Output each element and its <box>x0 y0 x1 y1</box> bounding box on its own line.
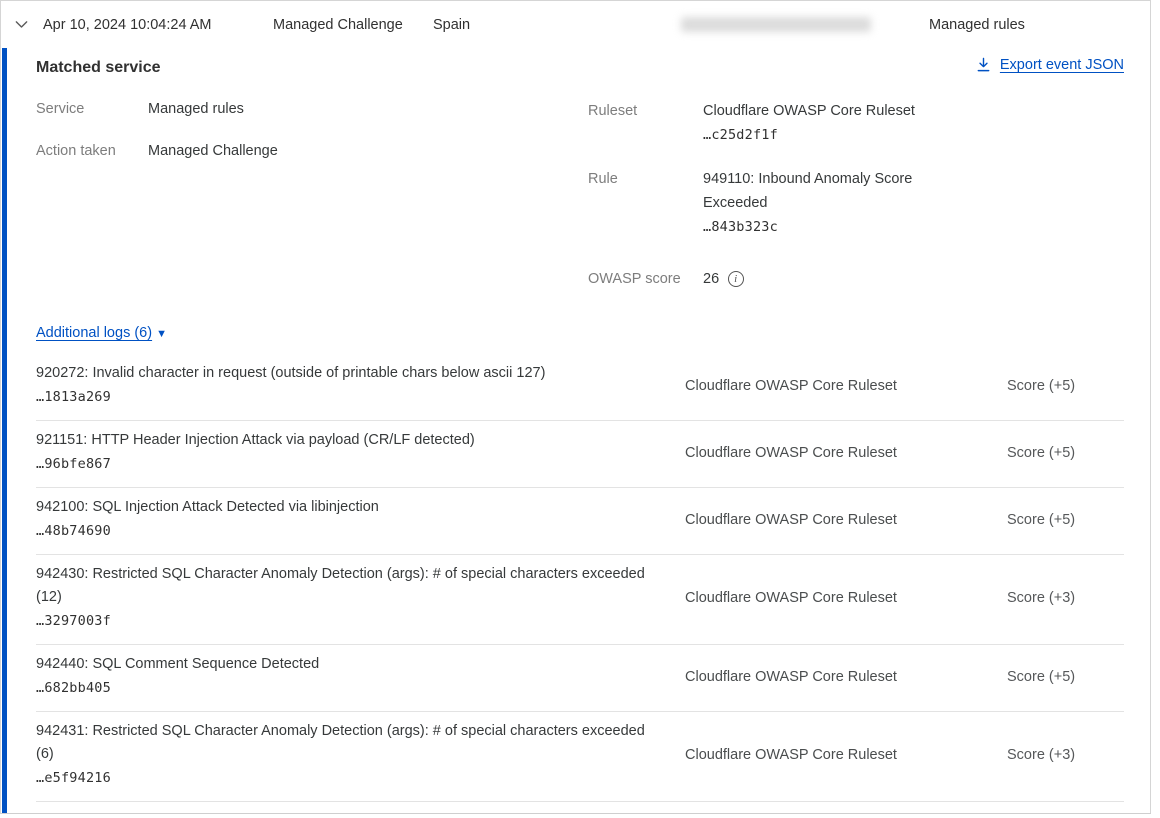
info-icon[interactable]: i <box>728 271 744 287</box>
field-rule-id: …843b323c <box>703 215 943 239</box>
additional-logs-label: Additional logs (6) <box>36 325 152 341</box>
field-action-taken-label: Action taken <box>36 141 148 161</box>
log-score: Score (+3) <box>1007 590 1124 606</box>
export-event-json-link[interactable]: Export event JSON <box>976 57 1124 73</box>
log-ruleset-name: Cloudflare OWASP Core Ruleset <box>685 669 1007 685</box>
log-score: Score (+3) <box>1007 747 1124 763</box>
detail-fields: Service Managed rules Action taken Manag… <box>36 99 1124 311</box>
field-ruleset-value: Cloudflare OWASP Core Ruleset <box>703 99 915 123</box>
log-rule-id: …e5f94216 <box>36 766 645 790</box>
log-score: Score (+5) <box>1007 378 1124 394</box>
additional-logs-list: 920272: Invalid character in request (ou… <box>36 354 1124 802</box>
field-owasp-score: OWASP score 26 i <box>588 267 1124 291</box>
log-ruleset-name: Cloudflare OWASP Core Ruleset <box>685 512 1007 528</box>
event-action: Managed Challenge <box>273 17 433 33</box>
field-owasp-score-value: 26 <box>703 267 719 291</box>
field-service-value: Managed rules <box>148 99 244 119</box>
log-rule-id: …96bfe867 <box>36 452 645 476</box>
caret-down-icon: ▼ <box>156 328 167 340</box>
field-rule: Rule 949110: Inbound Anomaly Score Excee… <box>588 167 1124 239</box>
page-title: Matched service <box>36 57 161 77</box>
log-rule-id: …3297003f <box>36 609 645 633</box>
log-rule-id: …682bb405 <box>36 676 645 700</box>
export-event-json-label: Export event JSON <box>1000 57 1124 73</box>
log-row: 920272: Invalid character in request (ou… <box>36 354 1124 421</box>
field-action-taken-value: Managed Challenge <box>148 141 278 161</box>
log-score: Score (+5) <box>1007 445 1124 461</box>
log-score: Score (+5) <box>1007 669 1124 685</box>
log-rule-description: 921151: HTTP Header Injection Attack via… <box>36 429 645 452</box>
redacted-hostname <box>681 17 871 32</box>
field-rule-label: Rule <box>588 167 703 239</box>
panel-bottom-border <box>0 813 1151 814</box>
field-owasp-score-label: OWASP score <box>588 267 703 291</box>
log-row: 921151: HTTP Header Injection Attack via… <box>36 421 1124 488</box>
log-rule-description: 920272: Invalid character in request (ou… <box>36 362 645 385</box>
log-ruleset-name: Cloudflare OWASP Core Ruleset <box>685 378 1007 394</box>
event-row-header[interactable]: Apr 10, 2024 10:04:24 AM Managed Challen… <box>1 1 1150 48</box>
log-ruleset-name: Cloudflare OWASP Core Ruleset <box>685 590 1007 606</box>
field-rule-value: 949110: Inbound Anomaly Score Exceeded <box>703 167 943 215</box>
log-rule-id: …48b74690 <box>36 519 645 543</box>
log-rule-description: 942431: Restricted SQL Character Anomaly… <box>36 720 645 766</box>
event-details-panel: Apr 10, 2024 10:04:24 AM Managed Challen… <box>0 0 1151 813</box>
log-row: 942440: SQL Comment Sequence Detected …6… <box>36 645 1124 712</box>
event-service: Managed rules <box>929 17 1025 33</box>
log-rule-description: 942430: Restricted SQL Character Anomaly… <box>36 563 645 609</box>
log-row: 942100: SQL Injection Attack Detected vi… <box>36 488 1124 555</box>
log-score: Score (+5) <box>1007 512 1124 528</box>
log-rule-description: 942440: SQL Comment Sequence Detected <box>36 653 645 676</box>
field-service-label: Service <box>36 99 148 119</box>
log-rule-description: 942100: SQL Injection Attack Detected vi… <box>36 496 645 519</box>
event-country: Spain <box>433 17 681 33</box>
log-rule-id: …1813a269 <box>36 385 645 409</box>
log-row: 942431: Restricted SQL Character Anomaly… <box>36 712 1124 802</box>
field-ruleset: Ruleset Cloudflare OWASP Core Ruleset …c… <box>588 99 1124 147</box>
field-action-taken: Action taken Managed Challenge <box>36 141 588 161</box>
additional-logs-toggle[interactable]: Additional logs (6) ▼ <box>36 325 167 341</box>
field-service: Service Managed rules <box>36 99 588 119</box>
chevron-down-icon[interactable] <box>14 17 43 32</box>
download-icon <box>976 57 991 73</box>
log-ruleset-name: Cloudflare OWASP Core Ruleset <box>685 747 1007 763</box>
matched-service-section: Matched service Export event JSON Servic… <box>2 48 1150 813</box>
log-row: 942430: Restricted SQL Character Anomaly… <box>36 555 1124 645</box>
field-ruleset-id: …c25d2f1f <box>703 123 915 147</box>
log-ruleset-name: Cloudflare OWASP Core Ruleset <box>685 445 1007 461</box>
field-ruleset-label: Ruleset <box>588 99 703 147</box>
event-timestamp: Apr 10, 2024 10:04:24 AM <box>43 17 273 33</box>
